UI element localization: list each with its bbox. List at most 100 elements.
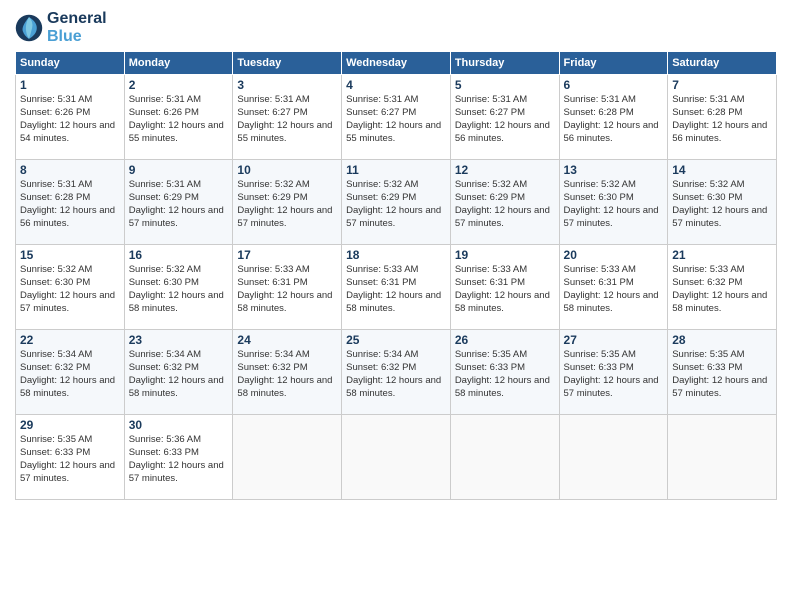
- day-number: 25: [346, 333, 446, 347]
- sunrise-text: Sunrise: 5:33 AM: [346, 264, 418, 275]
- day-number: 29: [20, 418, 120, 432]
- calendar-week-row: 29Sunrise: 5:35 AMSunset: 6:33 PMDayligh…: [16, 415, 777, 500]
- sunset-text: Sunset: 6:32 PM: [672, 277, 742, 288]
- day-info: Sunrise: 5:34 AMSunset: 6:32 PMDaylight:…: [20, 349, 120, 400]
- sunset-text: Sunset: 6:29 PM: [237, 192, 307, 203]
- sunrise-text: Sunrise: 5:31 AM: [20, 94, 92, 105]
- calendar-cell: 18Sunrise: 5:33 AMSunset: 6:31 PMDayligh…: [342, 245, 451, 330]
- sunset-text: Sunset: 6:28 PM: [20, 192, 90, 203]
- sunset-text: Sunset: 6:27 PM: [455, 107, 525, 118]
- calendar-cell: 29Sunrise: 5:35 AMSunset: 6:33 PMDayligh…: [16, 415, 125, 500]
- daylight-text: Daylight: 12 hours and 55 minutes.: [129, 120, 224, 144]
- day-number: 10: [237, 163, 337, 177]
- daylight-text: Daylight: 12 hours and 58 minutes.: [129, 290, 224, 314]
- calendar-cell: 22 Sunrise: 5:34 AMSunset: 6:32 PMDayligh…: [16, 330, 125, 415]
- sunset-text: Sunset: 6:29 PM: [129, 192, 199, 203]
- sunset-text: Sunset: 6:27 PM: [346, 107, 416, 118]
- calendar-week-row: 1Sunrise: 5:31 AMSunset: 6:26 PMDaylight…: [16, 75, 777, 160]
- sunset-text: Sunset: 6:26 PM: [129, 107, 199, 118]
- daylight-text: Daylight: 12 hours and 57 minutes.: [20, 290, 115, 314]
- day-info: Sunrise: 5:35 AMSunset: 6:33 PMDaylight:…: [672, 349, 772, 400]
- sunset-text: Sunset: 6:32 PM: [20, 362, 90, 373]
- day-info: Sunrise: 5:31 AMSunset: 6:27 PMDaylight:…: [455, 94, 555, 145]
- calendar-cell: 12Sunrise: 5:32 AMSunset: 6:29 PMDayligh…: [450, 160, 559, 245]
- sunrise-text: Sunrise: 5:34 AM: [129, 349, 201, 360]
- day-info: Sunrise: 5:34 AMSunset: 6:32 PMDaylight:…: [129, 349, 229, 400]
- daylight-text: Daylight: 12 hours and 58 minutes.: [20, 375, 115, 399]
- sunrise-text: Sunrise: 5:31 AM: [672, 94, 744, 105]
- sunset-text: Sunset: 6:33 PM: [129, 447, 199, 458]
- sunrise-text: Sunrise: 5:31 AM: [129, 179, 201, 190]
- sunrise-text: Sunrise: 5:35 AM: [455, 349, 527, 360]
- day-number: 16: [129, 248, 229, 262]
- daylight-text: Daylight: 12 hours and 57 minutes.: [237, 205, 332, 229]
- day-number: 22: [20, 333, 120, 347]
- sunrise-text: Sunrise: 5:35 AM: [672, 349, 744, 360]
- day-info: Sunrise: 5:31 AMSunset: 6:26 PMDaylight:…: [129, 94, 229, 145]
- calendar-cell: 14Sunrise: 5:32 AMSunset: 6:30 PMDayligh…: [668, 160, 777, 245]
- day-number: 1: [20, 78, 120, 92]
- calendar-cell: [668, 415, 777, 500]
- calendar-cell: 23Sunrise: 5:34 AMSunset: 6:32 PMDayligh…: [124, 330, 233, 415]
- day-info: Sunrise: 5:33 AMSunset: 6:31 PMDaylight:…: [346, 264, 446, 315]
- daylight-text: Daylight: 12 hours and 57 minutes.: [129, 460, 224, 484]
- daylight-text: Daylight: 12 hours and 58 minutes.: [237, 290, 332, 314]
- day-number: 14: [672, 163, 772, 177]
- calendar-cell: 5Sunrise: 5:31 AMSunset: 6:27 PMDaylight…: [450, 75, 559, 160]
- calendar-cell: 16Sunrise: 5:32 AMSunset: 6:30 PMDayligh…: [124, 245, 233, 330]
- daylight-text: Daylight: 12 hours and 57 minutes.: [455, 205, 550, 229]
- sunrise-text: Sunrise: 5:32 AM: [346, 179, 418, 190]
- day-info: Sunrise: 5:35 AMSunset: 6:33 PMDaylight:…: [455, 349, 555, 400]
- sunrise-text: Sunrise: 5:34 AM: [346, 349, 418, 360]
- sunset-text: Sunset: 6:32 PM: [237, 362, 307, 373]
- calendar-week-row: 15Sunrise: 5:32 AMSunset: 6:30 PMDayligh…: [16, 245, 777, 330]
- sunset-text: Sunset: 6:33 PM: [20, 447, 90, 458]
- sunrise-text: Sunrise: 5:33 AM: [564, 264, 636, 275]
- daylight-text: Daylight: 12 hours and 57 minutes.: [564, 205, 659, 229]
- sunrise-text: Sunrise: 5:32 AM: [564, 179, 636, 190]
- day-of-week-header: Monday: [124, 52, 233, 75]
- calendar-cell: [233, 415, 342, 500]
- sunset-text: Sunset: 6:27 PM: [237, 107, 307, 118]
- day-info: Sunrise: 5:32 AMSunset: 6:29 PMDaylight:…: [346, 179, 446, 230]
- day-number: 5: [455, 78, 555, 92]
- calendar-header-row: SundayMondayTuesdayWednesdayThursdayFrid…: [16, 52, 777, 75]
- day-info: Sunrise: 5:31 AMSunset: 6:27 PMDaylight:…: [346, 94, 446, 145]
- calendar-cell: 21Sunrise: 5:33 AMSunset: 6:32 PMDayligh…: [668, 245, 777, 330]
- day-number: 9: [129, 163, 229, 177]
- sunrise-text: Sunrise: 5:36 AM: [129, 434, 201, 445]
- logo-icon: [15, 14, 43, 42]
- day-number: 26: [455, 333, 555, 347]
- sunset-text: Sunset: 6:32 PM: [346, 362, 416, 373]
- day-number: 8: [20, 163, 120, 177]
- sunset-text: Sunset: 6:32 PM: [129, 362, 199, 373]
- calendar-cell: 3Sunrise: 5:31 AMSunset: 6:27 PMDaylight…: [233, 75, 342, 160]
- day-number: 3: [237, 78, 337, 92]
- daylight-text: Daylight: 12 hours and 57 minutes.: [564, 375, 659, 399]
- calendar-table: SundayMondayTuesdayWednesdayThursdayFrid…: [15, 51, 777, 500]
- sunset-text: Sunset: 6:29 PM: [455, 192, 525, 203]
- day-number: 28: [672, 333, 772, 347]
- day-number: 7: [672, 78, 772, 92]
- day-info: Sunrise: 5:31 AMSunset: 6:28 PMDaylight:…: [564, 94, 664, 145]
- calendar-cell: 8Sunrise: 5:31 AMSunset: 6:28 PMDaylight…: [16, 160, 125, 245]
- day-number: 27: [564, 333, 664, 347]
- day-info: Sunrise: 5:31 AM Sunset: 6:28 PM Daylight:…: [672, 94, 772, 145]
- calendar-week-row: 8 Sunrise: 5:31 AM Sunset: 6:28 PM Daylight…: [16, 160, 777, 245]
- day-info: Sunrise: 5:33 AMSunset: 6:31 PMDaylight:…: [564, 264, 664, 315]
- calendar-cell: 25Sunrise: 5:34 AMSunset: 6:32 PMDayligh…: [342, 330, 451, 415]
- day-number: 30: [129, 418, 229, 432]
- calendar-cell: 2Sunrise: 5:31 AMSunset: 6:26 PMDaylight…: [124, 75, 233, 160]
- daylight-text: Daylight: 12 hours and 55 minutes.: [237, 120, 332, 144]
- day-info: Sunrise: 5:32 AMSunset: 6:29 PMDaylight:…: [455, 179, 555, 230]
- calendar-week-row: 22Sunrise: 5:34 AMSunset: 6:32 PMDayligh…: [16, 330, 777, 415]
- daylight-text: Daylight: 12 hours and 56 minutes.: [672, 120, 767, 144]
- calendar-cell: 11Sunrise: 5:32 AMSunset: 6:29 PMDayligh…: [342, 160, 451, 245]
- calendar-cell: [559, 415, 668, 500]
- day-of-week-header: Tuesday: [233, 52, 342, 75]
- sunrise-text: Sunrise: 5:31 AM: [455, 94, 527, 105]
- sunset-text: Sunset: 6:28 PM: [672, 107, 742, 118]
- logo: General Blue: [15, 10, 107, 45]
- sunrise-text: Sunrise: 5:31 AM: [20, 179, 92, 190]
- sunset-text: Sunset: 6:30 PM: [672, 192, 742, 203]
